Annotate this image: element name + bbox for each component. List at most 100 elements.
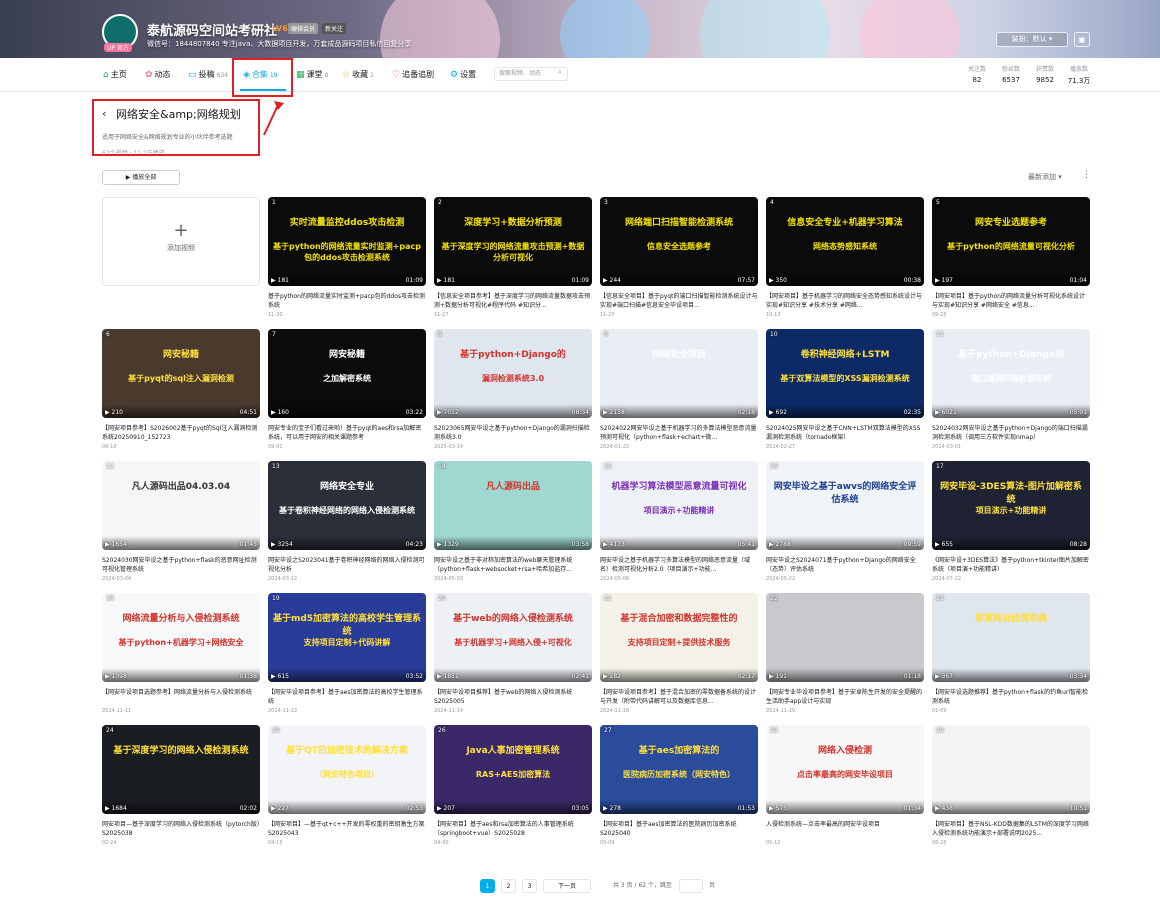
video-title[interactable]: 入侵检测系统—点击率最高的网安毕设项目 [766,820,924,838]
video-card[interactable]: 基于深度学习的网络入侵检测系统 24 ▶ 1684 02:02 网安项目—基于深度学习的… [102,725,260,846]
video-card[interactable]: 基于混合加密和数据完整性的 支持项目定制+提供技术服务 21 ▶ 282 02:17 【网… [600,593,758,714]
video-title[interactable]: 【网安项目】—基于qt+c++开发的零权重的密钥激生方案S2025043 [268,820,426,838]
video-thumbnail[interactable]: 信息安全专业+机器学习算法 网络态势感知系统 4 ▶ 350 00:38 [766,197,924,286]
video-title[interactable]: 网安毕设之基于非对称加密算法的web聊天管理系统（python+flask+we… [434,556,592,574]
video-thumbnail[interactable]: 基于混合加密和数据完整性的 支持项目定制+提供技术服务 21 ▶ 282 02:17 [600,593,758,682]
video-thumbnail[interactable]: 29 ▶ 438 10:51 [932,725,1090,814]
video-card[interactable]: Java人事加密管理系统 RAS+AES加密算法 26 ▶ 207 03:05 【网安项目… [434,725,592,846]
video-card[interactable]: 基于python+Django的 端口漏洞扫描检测系统 11 ▶ 6021 05:01 S… [932,329,1090,450]
video-thumbnail[interactable]: 网络流量分析与入侵检测系统 基于python+机器学习+网络安全 18 ▶ 1098 0… [102,593,260,682]
video-title[interactable]: 【网安项目】基于机器学习的网络安全态势感知系统设计与实现#知识分享 #技术分享 … [766,292,924,310]
video-title[interactable]: 【网安专业毕设项目参考】基于安卓陈生开发的安全提醒的生活助手app设计与实现 [766,688,924,706]
video-card[interactable]: 网安专业选题参考 基于python的网络流量可视化分析 5 ▶ 197 01:04 【网安… [932,197,1090,318]
sort-dropdown[interactable]: 最新添加 ▾ [1028,172,1062,182]
video-card[interactable]: 信息安全专业+机器学习算法 网络态势感知系统 4 ▶ 350 00:38 【网安项目】基于… [766,197,924,318]
video-card[interactable]: 网安毕设-3DES算法-图片加解密系统 项目演示+功能精讲 17 ▶ 655 08:28… [932,461,1090,582]
video-title[interactable]: 【网安项目】基于aes加密算法的医院病历加密系统S2025040 [600,820,758,838]
video-title[interactable]: 网安专业的宝子们看过来哟！基于pyqt的aes和rsa加解密系统，可以用于网安的… [268,424,426,442]
video-title[interactable]: 【网安毕设选题推荐】基于python+flask的钓鱼url智能检测系统 [932,688,1090,706]
search-icon[interactable]: ⌕ [558,68,562,77]
video-title[interactable]: 【网安项目参考】S2026002基于pyqt的Sql注入漏洞检测系统202509… [102,424,260,442]
video-thumbnail[interactable]: 机器学习算法模型恶意流量可视化 项目演示+功能精讲 15 ▶ 4173 05:41 [600,461,758,550]
tab-uploads[interactable]: ▭ 投稿 634 [188,58,228,92]
more-icon[interactable]: ⋮ [1082,170,1091,180]
tab-favorites[interactable]: ☆ 收藏 2 [342,58,374,92]
video-thumbnail[interactable]: 凡人源码出品 14 ▶ 1329 03:58 [434,461,592,550]
tab-dynamic[interactable]: ✿ 动态 [145,58,171,92]
video-card[interactable]: 网络安全专业 基于卷积神经网络的网络入侵检测系统 13 ▶ 3254 04:23 网安毕设… [268,461,426,582]
video-card[interactable]: 22 ▶ 191 01:18 【网安专业毕设项目参考】基于安卓陈生开发的安全提醒的生活… [766,593,924,714]
video-card[interactable]: 深度学习+数据分析预测 基于深度学习的网络流量攻击预测+数据分析可视化 2 ▶ 181… [434,197,592,318]
video-thumbnail[interactable]: 凡人源码出品04.03.04 12 ▶ 1654 01:45 [102,461,260,550]
video-card[interactable]: 机器学习算法模型恶意流量可视化 项目演示+功能精讲 15 ▶ 4173 05:41 网安毕… [600,461,758,582]
video-thumbnail[interactable]: Java人事加密管理系统 RAS+AES加密算法 26 ▶ 207 03:05 [434,725,592,814]
video-title[interactable]: 【网安毕设项目选题参考】网络流量分析与入侵检测系统 [102,688,260,706]
video-card[interactable]: 网络流量分析与入侵检测系统 基于python+机器学习+网络安全 18 ▶ 1098 0… [102,593,260,714]
video-card[interactable]: 基于web的网络入侵检测系统 基于机器学习+网络入侵+可视化 20 ▶ 1851 02:… [434,593,592,714]
video-card[interactable]: 29 ▶ 438 10:51 【网安项目】基于NSL-KDD数据集的LSTM的深度学习… [932,725,1090,846]
video-card[interactable]: 网安秘籍 之加解密系统 7 ▶ 160 03:22 网安专业的宝子们看过来哟！基于pyqt… [268,329,426,450]
video-thumbnail[interactable]: 网安秘籍 之加解密系统 7 ▶ 160 03:22 [268,329,426,418]
video-thumbnail[interactable]: 基于python+Django的 端口漏洞扫描检测系统 11 ▶ 6021 05:01 [932,329,1090,418]
add-video-card[interactable]: + 添加视频 [102,197,260,286]
video-title[interactable]: 【信息安全项目参考】基于深度学习的网络流量数据攻击预测+数据分析可视化#程序代码… [434,292,592,310]
video-thumbnail[interactable]: 网安专业选题参考 基于python的网络流量可视化分析 5 ▶ 197 01:04 [932,197,1090,286]
video-title[interactable]: 基于python的网络流量实时监测+pacp包的ddos攻击检测系统 [268,292,426,310]
video-card[interactable]: 基于python+Django的 漏洞检测系统3.0 8 ▶ 7012 08:34 S20… [434,329,592,450]
video-thumbnail[interactable]: 基于QT的加密技术的解决方案 （网安特色项目） 25 ▶ 227 02:53 [268,725,426,814]
next-page-button[interactable]: 下一页 [543,879,591,893]
video-title[interactable]: 网安毕设之S2023041基于卷积神经网络的网络入侵检测可视化分析 [268,556,426,574]
video-card[interactable]: 网络入侵检测 点击率最高的网安毕设项目 28 ▶ 575 01:34 入侵检测系统—点击率… [766,725,924,846]
video-thumbnail[interactable]: 恶意网址检测系统 23 ▶ 367 03:34 [932,593,1090,682]
video-card[interactable]: 基于aes加密算法的 医院病历加密系统（网安特色） 27 ▶ 278 01:53 【网安项… [600,725,758,846]
video-title[interactable]: 【网安毕设项目参考】基于aes加密算法的高校学生管理系统 [268,688,426,706]
video-title[interactable]: 【网安毕设项目参考】基于混合加密的零数据备系统的设计与开发（附带代码讲解可以及数… [600,688,758,706]
video-title[interactable]: 【网安毕设项目推荐】基于web的网络入侵检测系统S2025005 [434,688,592,706]
video-thumbnail[interactable]: 22 ▶ 191 01:18 [766,593,924,682]
page-1-button[interactable]: 1 [480,879,495,893]
video-title[interactable]: S2024030网安毕设之基于python+flask的恶意网址检测可视化管理系… [102,556,260,574]
tab-home[interactable]: ⌂ 主页 [103,58,127,92]
video-thumbnail[interactable]: 实时流量监控ddos攻击检测 基于python的网络流量实时监测+pacp包的dd… [268,197,426,286]
video-thumbnail[interactable]: 网安毕设-3DES算法-图片加解密系统 项目演示+功能精讲 17 ▶ 655 08:28 [932,461,1090,550]
video-thumbnail[interactable]: 基于python+Django的 漏洞检测系统3.0 8 ▶ 7012 08:34 [434,329,592,418]
video-title[interactable]: S2023065网安毕设之基于python+Django的漏洞扫描检测系统3.0 [434,424,592,442]
tab-bangumi[interactable]: ♡ 追番追剧 [392,58,434,92]
video-thumbnail[interactable]: 网络安全专业 基于卷积神经网络的网络入侵检测系统 13 ▶ 3254 04:23 [268,461,426,550]
username[interactable]: 泰航源码空间站考研社 [147,20,277,39]
play-all-button[interactable]: ▶ 播放全部 [102,170,180,185]
video-title[interactable]: 【信息安全项目】基于pyqt的端口扫描智能检测系统设计与实现#端口扫描#信息安全… [600,292,758,310]
video-card[interactable]: 基于QT的加密技术的解决方案 （网安特色项目） 25 ▶ 227 02:53 【网安项目】… [268,725,426,846]
tab-settings[interactable]: ⚙ 设置 [450,58,476,92]
tab-course[interactable]: ▦ 课堂 8 [296,58,328,92]
video-card[interactable]: 凡人源码出品 14 ▶ 1329 03:58 网安毕设之基于非对称加密算法的web聊天管… [434,461,592,582]
video-thumbnail[interactable]: 基于深度学习的网络入侵检测系统 24 ▶ 1684 02:02 [102,725,260,814]
video-title[interactable]: 【网安项目】基于aes和rsa加密算法的人事管理系统（springboot+vu… [434,820,592,838]
video-title[interactable]: 【网安项目】基于NSL-KDD数据集的LSTM的深度学习网络入侵检测系统功能演示… [932,820,1090,838]
video-card[interactable]: 网安毕设之基于awvs的网络安全评估系统 16 ▶ 2788 09:59 网安毕设之S2… [766,461,924,582]
video-thumbnail[interactable]: 基于aes加密算法的 医院病历加密系统（网安特色） 27 ▶ 278 01:53 [600,725,758,814]
video-thumbnail[interactable]: 卷积神经网络+LSTM 基于双算法模型的XSS漏洞检测系统 10 ▶ 692 02:35 [766,329,924,418]
video-card[interactable]: 凡人源码出品04.03.04 12 ▶ 1654 01:45 S2024030网安毕设之… [102,461,260,582]
video-thumbnail[interactable]: 网安毕设之基于awvs的网络安全评估系统 16 ▶ 2788 09:59 [766,461,924,550]
video-title[interactable]: 网安毕设之S2024071基于python+Django的网络安全（态势）评估系… [766,556,924,574]
page-3-button[interactable]: 3 [522,879,537,893]
video-title[interactable]: 【网安项目】基于python的网络流量分析可视化系统设计与实现#知识分享 #网络… [932,292,1090,310]
video-title[interactable]: S2024032网安毕设之基于python+Django的端口扫描漏洞检测系统（… [932,424,1090,442]
video-title[interactable]: 网安项目—基于深度学习的网络入侵检测系统（pytorch版）S2025038 [102,820,260,838]
photo-icon[interactable]: ▣ [1074,32,1090,47]
video-card[interactable]: 卷积神经网络+LSTM 基于双算法模型的XSS漏洞检测系统 10 ▶ 692 02:35… [766,329,924,450]
search-input[interactable]: 搜索视频、动态 [494,67,568,81]
video-card[interactable]: 实时流量监控ddos攻击检测 基于python的网络流量实时监测+pacp包的dd… [268,197,426,318]
video-title[interactable]: 《网安毕设+3DES算法》基于python+tkinter图片加解密系统（项目演… [932,556,1090,574]
video-thumbnail[interactable]: 网络安全项目 9 ▶ 2138 02:18 [600,329,758,418]
video-thumbnail[interactable]: 网络入侵检测 点击率最高的网安毕设项目 28 ▶ 575 01:34 [766,725,924,814]
theme-button[interactable]: 装扮：默认 ▾ [996,32,1068,47]
video-title[interactable]: S2024022网安毕设之基于机器学习的多算法模型恶意流量预测可视化（pytho… [600,424,758,442]
page-2-button[interactable]: 2 [501,879,516,893]
video-card[interactable]: 网络安全项目 9 ▶ 2138 02:18 S2024022网安毕设之基于机器学习的多算… [600,329,758,450]
page-jump-input[interactable] [679,879,703,893]
video-card[interactable]: 网络端口扫描智能检测系统 信息安全选题参考 3 ▶ 244 07:57 【信息安全项目】基… [600,197,758,318]
video-thumbnail[interactable]: 基于web的网络入侵检测系统 基于机器学习+网络入侵+可视化 20 ▶ 1851 02:… [434,593,592,682]
video-thumbnail[interactable]: 深度学习+数据分析预测 基于深度学习的网络流量攻击预测+数据分析可视化 2 ▶ 181… [434,197,592,286]
